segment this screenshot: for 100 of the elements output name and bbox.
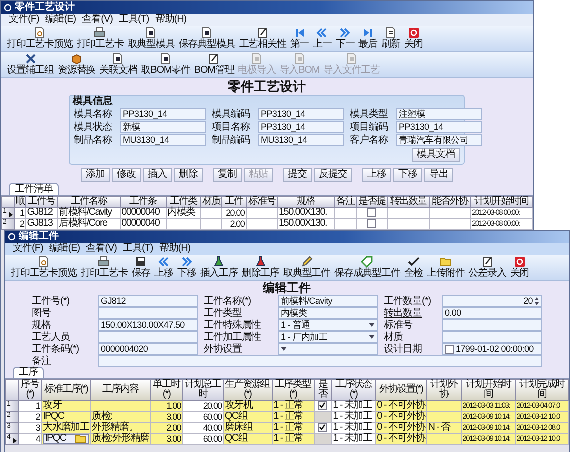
action-button[interactable]: 插入: [142, 168, 172, 182]
toolbar-button[interactable]: 上移: [152, 256, 176, 279]
input-field[interactable]: PP3130_14: [258, 121, 344, 133]
toolbar-button[interactable]: 全检: [402, 256, 426, 279]
toolbar-button[interactable]: 保存典型模具: [176, 27, 238, 50]
input-field[interactable]: [98, 331, 198, 343]
toolbar-button[interactable]: 最后: [356, 27, 380, 50]
date-field[interactable]: 1799-01-02 00:00:00: [442, 343, 542, 355]
input-field[interactable]: [98, 307, 198, 319]
action-button[interactable]: 上移: [362, 168, 392, 182]
toolbar-button[interactable]: 第一: [288, 27, 312, 50]
toolbar-button[interactable]: 保存: [130, 256, 153, 279]
input-field[interactable]: [442, 319, 542, 331]
input-field[interactable]: 内模类: [278, 307, 378, 319]
column-header[interactable]: 顺: [14, 196, 26, 208]
toolbar-button[interactable]: 上一: [311, 27, 334, 50]
action-button[interactable]: 复制: [212, 168, 242, 182]
input-field[interactable]: 0.00: [442, 307, 542, 319]
menu-item[interactable]: 工具(T): [122, 244, 154, 254]
action-button[interactable]: 添加: [80, 168, 110, 182]
input-field[interactable]: [442, 331, 542, 343]
column-header[interactable]: 计划外协: [426, 380, 462, 400]
toolbar-button[interactable]: 打印工艺卡预览: [9, 256, 79, 279]
toolbar-button[interactable]: 插入工序: [198, 256, 240, 279]
column-header[interactable]: 工序内容: [90, 380, 151, 400]
input-field[interactable]: PP3130_14: [258, 108, 344, 120]
toolbar-button[interactable]: 打印工艺卡: [74, 27, 126, 50]
action-button[interactable]: 导出: [424, 168, 454, 182]
toolbar-button[interactable]: 设置辅工组: [5, 53, 56, 76]
input-field[interactable]: GJ812: [98, 295, 198, 307]
dropdown[interactable]: 1 - 普通: [278, 319, 378, 331]
toolbar-button[interactable]: 打印工艺卡: [78, 256, 130, 279]
input-field[interactable]: PP3130_14: [120, 108, 206, 120]
column-header[interactable]: 计划开始时间: [470, 196, 532, 208]
menu-item[interactable]: 文件(F): [13, 244, 44, 254]
toolbar-button[interactable]: 上传附件: [425, 256, 467, 279]
column-header[interactable]: 外协设置(*): [376, 380, 427, 400]
column-header[interactable]: 转出数量: [388, 196, 430, 208]
input-field[interactable]: 150.00X130.00X47.50: [98, 319, 198, 331]
input-field[interactable]: 注塑模: [396, 108, 482, 120]
column-header[interactable]: 是否: [314, 380, 332, 400]
column-header[interactable]: 计划总工时: [182, 380, 224, 400]
checkbox[interactable]: [367, 208, 376, 217]
checkbox[interactable]: [318, 401, 328, 410]
document-button[interactable]: 模具文档: [412, 148, 460, 162]
column-header[interactable]: 工件条: [120, 196, 166, 208]
toolbar-button[interactable]: 资源替换: [56, 53, 98, 76]
menu-item[interactable]: 帮助(H): [155, 15, 187, 25]
toolbar-button[interactable]: 删除工序: [240, 256, 282, 279]
menu-item[interactable]: 编辑(E): [49, 244, 80, 254]
toolbar-button[interactable]: BOM管理: [192, 53, 236, 76]
number-field[interactable]: 20: [442, 295, 542, 307]
input-field[interactable]: PP3130_14: [396, 121, 482, 133]
input-field[interactable]: 青瑞汽车有限公司: [396, 134, 482, 146]
toolbar-button[interactable]: 公差录入: [466, 256, 508, 279]
menu-item[interactable]: 文件(F): [9, 15, 40, 25]
checkbox[interactable]: [318, 423, 328, 432]
column-header[interactable]: 能否外协: [429, 196, 471, 208]
toolbar-button[interactable]: 关闭: [402, 27, 426, 50]
action-button[interactable]: 修改: [112, 168, 141, 182]
checkbox[interactable]: [445, 344, 454, 354]
checkbox[interactable]: [367, 219, 376, 228]
toolbar-button[interactable]: 关联文档: [98, 53, 140, 76]
dropdown[interactable]: [278, 343, 378, 355]
toolbar-button[interactable]: 下移: [175, 256, 198, 279]
input-field[interactable]: 0000004020: [98, 343, 198, 355]
menu-item[interactable]: 查看(V): [86, 244, 117, 254]
menu-item[interactable]: 查看(V): [82, 15, 113, 25]
tab[interactable]: 工序: [13, 367, 44, 378]
menu-item[interactable]: 帮助(H): [159, 244, 191, 254]
input-field[interactable]: MU3130_14: [120, 134, 206, 146]
dropdown[interactable]: 1 - 厂内加工: [278, 331, 378, 343]
input-field[interactable]: 前模料/Cavity: [278, 295, 378, 307]
toolbar-button[interactable]: 关闭: [508, 256, 532, 279]
lookup-field[interactable]: IPQC: [43, 434, 90, 444]
toolbar-button[interactable]: 保存成典型工件: [332, 256, 402, 279]
column-header[interactable]: 规格: [278, 196, 335, 208]
input-field[interactable]: MU3130_14: [258, 134, 344, 146]
column-header[interactable]: 材质: [200, 196, 222, 208]
column-header[interactable]: 工件号: [26, 196, 58, 208]
tab[interactable]: 工件清单: [9, 183, 59, 195]
toolbar-button[interactable]: 打印工艺卡预览: [5, 27, 75, 50]
input-field[interactable]: [98, 355, 542, 367]
toolbar-button[interactable]: 下一: [334, 27, 357, 50]
toolbar-button[interactable]: 取典型模具: [126, 27, 177, 50]
column-header[interactable]: 标准号: [246, 196, 278, 208]
toolbar-button[interactable]: 取BOM零件: [139, 53, 192, 76]
action-button[interactable]: 下移: [393, 168, 422, 182]
menu-item[interactable]: 编辑(E): [45, 15, 76, 25]
toolbar-button[interactable]: 工艺相关性: [237, 27, 288, 50]
column-header[interactable]: 计划开始时间: [461, 380, 516, 400]
toolbar-button[interactable]: 取典型工件: [281, 256, 332, 279]
action-button[interactable]: 提交: [282, 168, 312, 182]
action-button[interactable]: 反提交: [314, 168, 352, 182]
column-header[interactable]: 工件类: [166, 196, 201, 208]
toolbar-button[interactable]: 刷新: [380, 27, 402, 50]
input-field[interactable]: 新模: [120, 121, 206, 133]
column-header[interactable]: 是否提: [356, 196, 388, 208]
column-header[interactable]: 工件: [222, 196, 246, 208]
column-header[interactable]: 单工时(*): [150, 380, 182, 400]
